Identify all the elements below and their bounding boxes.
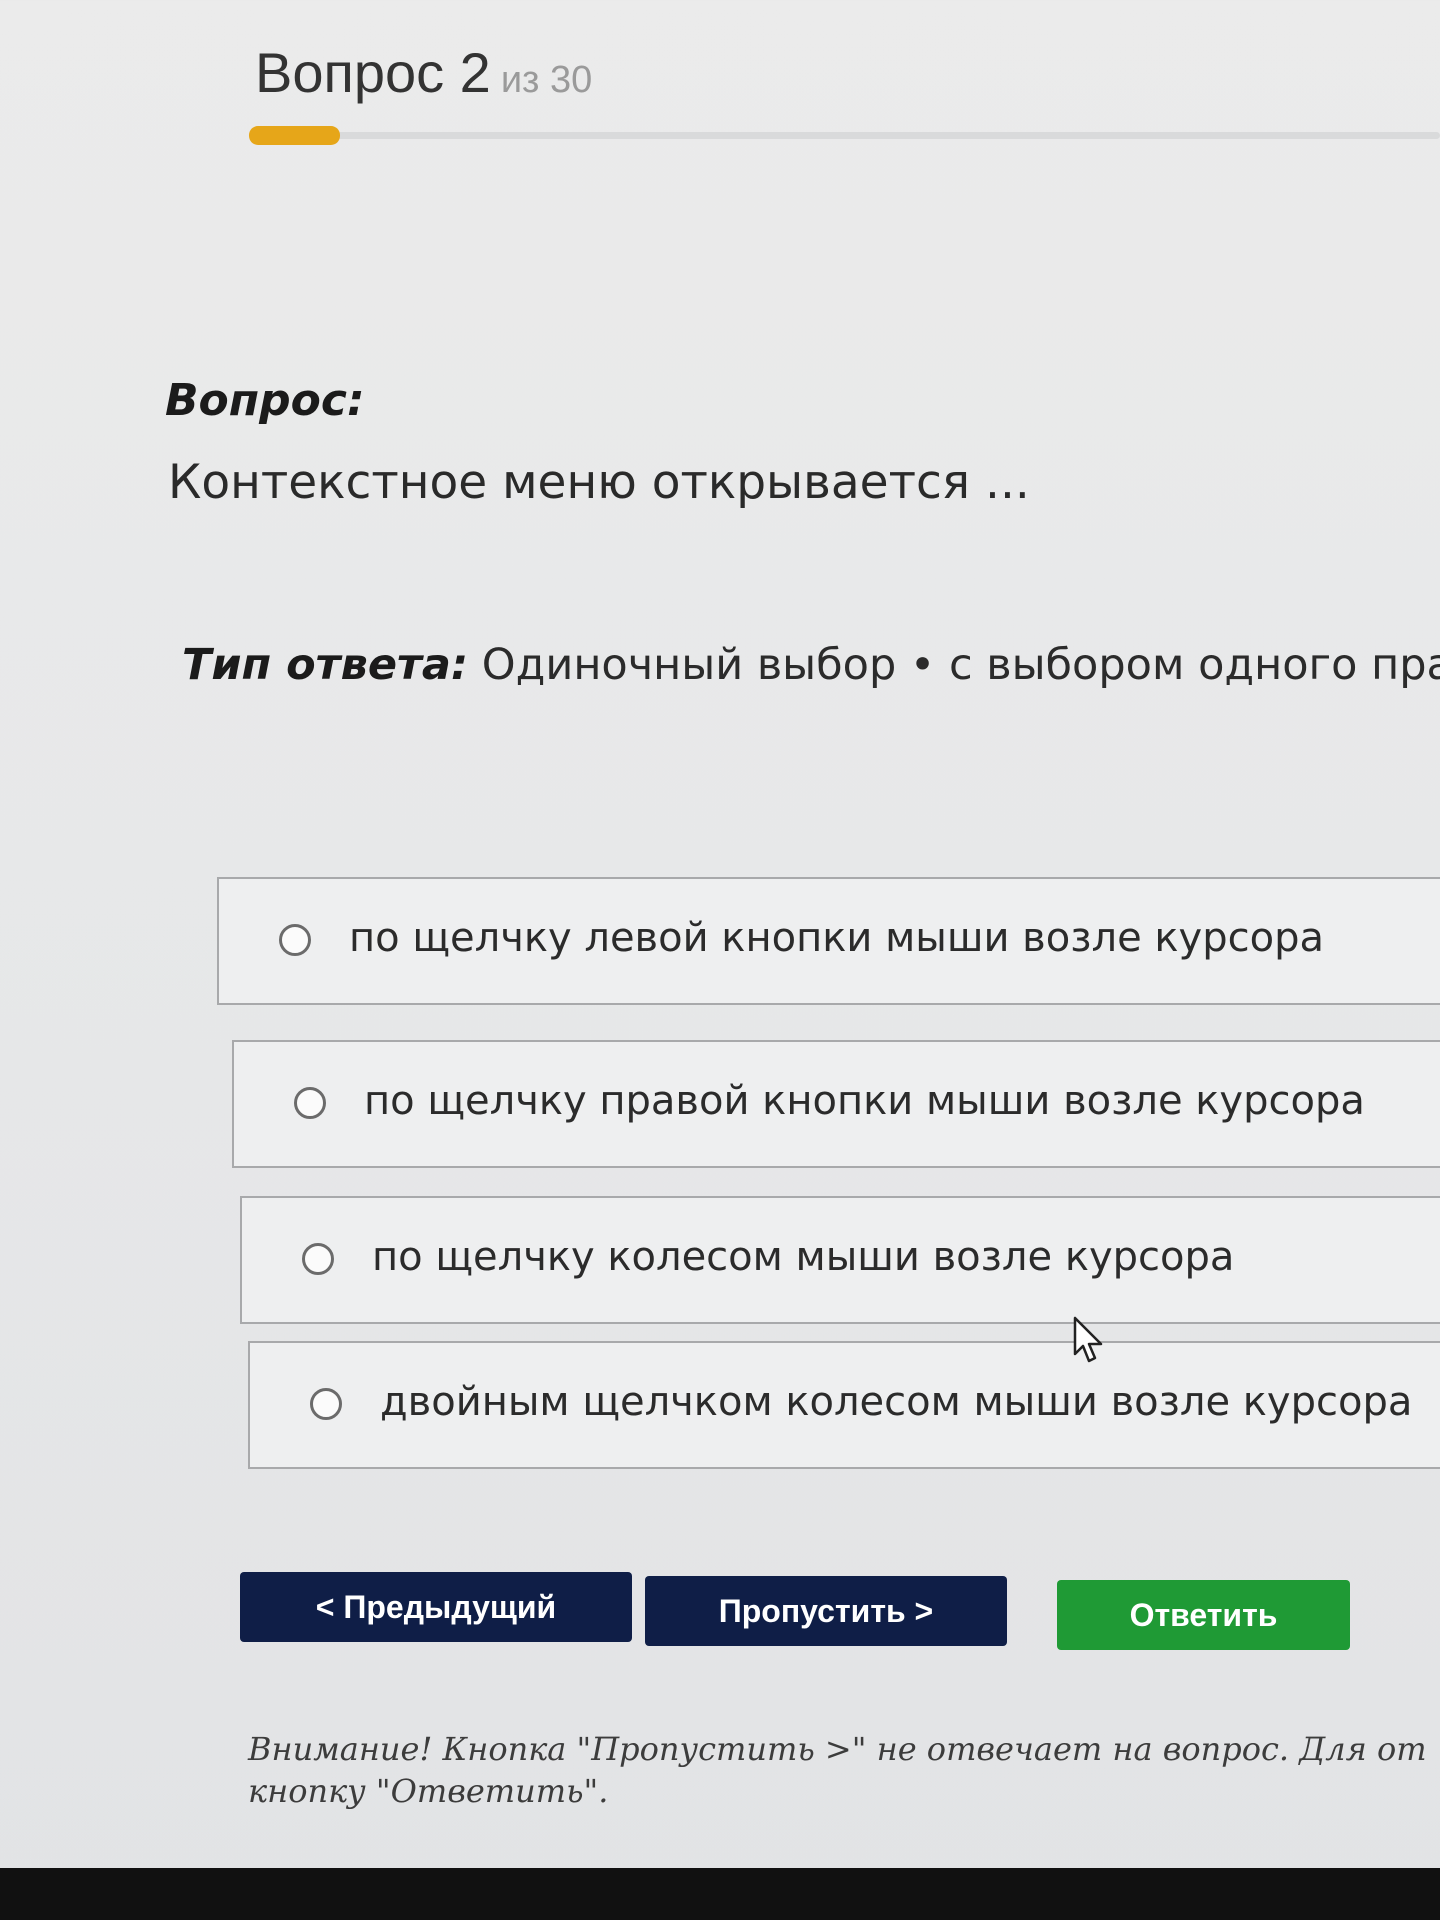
radio-button[interactable] <box>302 1243 334 1275</box>
option-1[interactable]: по щелчку левой кнопки мыши возле курсор… <box>217 877 1440 1005</box>
mouse-pointer-icon <box>1073 1316 1103 1363</box>
option-2[interactable]: по щелчку правой кнопки мыши возле курсо… <box>232 1040 1440 1168</box>
previous-button[interactable]: < Предыдущий <box>240 1572 632 1642</box>
question-total: из 30 <box>500 59 593 101</box>
question-number: Вопрос 2 <box>255 41 491 104</box>
question-text: Контекстное меню открывается ... <box>168 455 1030 510</box>
answer-type: Тип ответа: Одиночный выбор • с выбором … <box>182 640 1440 690</box>
option-label: по щелчку колесом мыши возле курсора <box>372 1234 1235 1280</box>
progress-bar <box>255 132 1440 139</box>
progress-fill <box>255 132 335 139</box>
option-3[interactable]: по щелчку колесом мыши возле курсора <box>240 1196 1440 1324</box>
answer-type-value: Одиночный выбор • с выбором одного прави <box>481 640 1440 690</box>
radio-button[interactable] <box>310 1388 342 1420</box>
skip-button[interactable]: Пропустить > <box>645 1576 1007 1646</box>
skip-warning: Внимание! Кнопка "Пропустить >" не отвеч… <box>248 1728 1427 1812</box>
answer-button[interactable]: Ответить <box>1057 1580 1350 1650</box>
radio-button[interactable] <box>279 924 311 956</box>
option-label: двойным щелчком колесом мыши возле курсо… <box>380 1379 1413 1425</box>
option-label: по щелчку левой кнопки мыши возле курсор… <box>349 915 1324 961</box>
option-label: по щелчку правой кнопки мыши возле курсо… <box>364 1078 1365 1124</box>
answer-type-label: Тип ответа: <box>182 640 469 690</box>
question-label: Вопрос: <box>165 375 365 426</box>
radio-button[interactable] <box>294 1087 326 1119</box>
warning-line-1: Внимание! Кнопка "Пропустить >" не отвеч… <box>248 1730 1427 1768</box>
screen-bezel <box>0 1868 1440 1920</box>
option-4[interactable]: двойным щелчком колесом мыши возле курсо… <box>248 1341 1440 1469</box>
question-header: Вопрос 2 из 30 <box>255 40 592 105</box>
warning-line-2: кнопку "Ответить". <box>248 1772 609 1810</box>
